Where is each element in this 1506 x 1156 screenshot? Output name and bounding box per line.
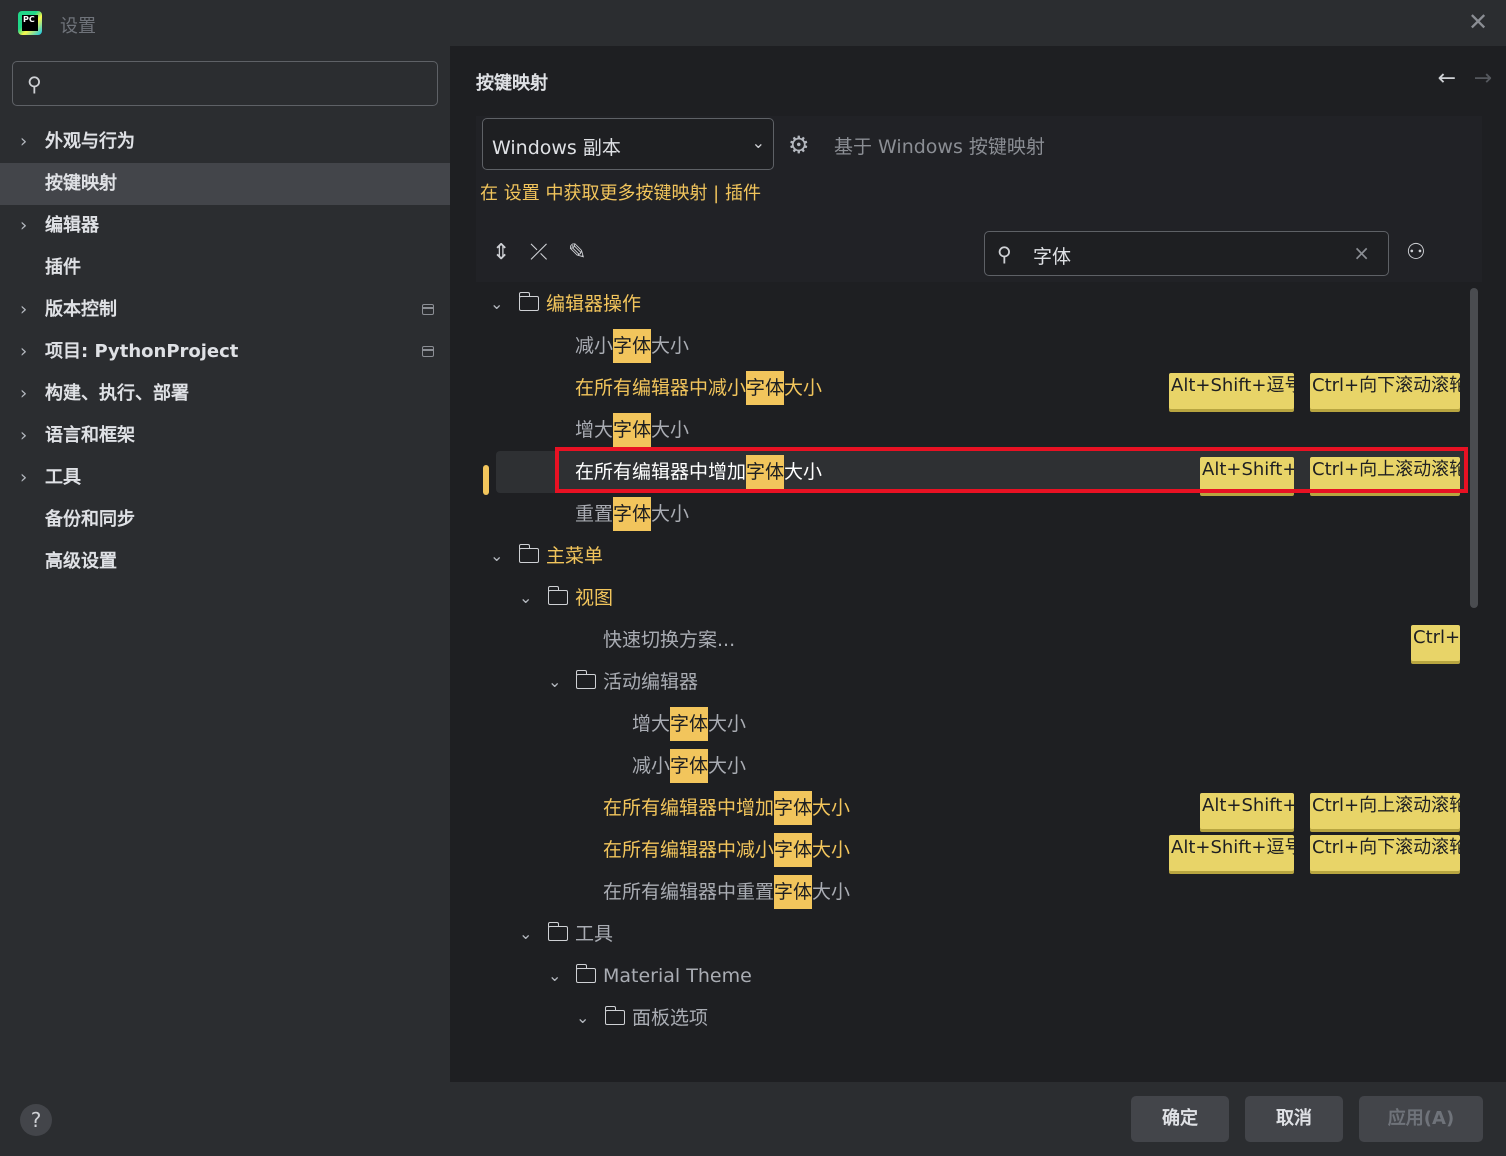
sidebar-item-build[interactable]: › 构建、执行、部署 bbox=[0, 373, 450, 415]
chevron-down-icon: ⌄ bbox=[576, 1008, 590, 1027]
gear-icon[interactable]: ⚙ bbox=[788, 131, 810, 159]
keymap-tree: ⌄ 编辑器操作 减小字体大小 在所有编辑器中减小字体大小 Alt+Shift+逗… bbox=[476, 283, 1482, 1043]
sidebar-item-advanced[interactable]: 高级设置 bbox=[0, 541, 450, 583]
tree-folder[interactable]: ⌄ 主菜单 bbox=[476, 535, 1466, 577]
folder-icon bbox=[518, 544, 539, 563]
collapse-all-icon[interactable]: ⤫ bbox=[530, 240, 548, 265]
tree-action[interactable]: 减小字体大小 bbox=[476, 325, 1466, 367]
search-icon: ⚲ bbox=[27, 72, 42, 96]
tree-folder[interactable]: ⌄ 工具 bbox=[476, 913, 1466, 955]
tree-action[interactable]: 在所有编辑器中增加字体大小 Alt+Shift+. Ctrl+向上滚动滚轮 bbox=[476, 787, 1466, 829]
keymap-panel: 按键映射 ← → Windows 副本 ⌄ ⚙ 基于 Windows 按键映射 … bbox=[450, 46, 1506, 1082]
cancel-button[interactable]: 取消 bbox=[1245, 1096, 1343, 1142]
chevron-right-icon: › bbox=[20, 131, 28, 152]
edit-icon[interactable]: ✎ bbox=[568, 240, 586, 265]
find-by-shortcut-icon[interactable]: ⚇ bbox=[1406, 240, 1426, 265]
chevron-down-icon: ⌄ bbox=[548, 966, 562, 985]
chevron-down-icon: ⌄ bbox=[490, 546, 504, 565]
chevron-right-icon: › bbox=[20, 383, 28, 404]
shortcut-badge: Alt+Shift+. bbox=[1200, 793, 1294, 829]
sidebar-item-vcs[interactable]: › 版本控制 bbox=[0, 289, 450, 331]
pycharm-logo-icon: PC bbox=[18, 11, 42, 35]
settings-sidebar: ⚲ › 外观与行为 按键映射 › 编辑器 插件 › 版本控制 › 项目: PythonP… bbox=[0, 46, 450, 1082]
expand-all-icon[interactable]: ⇕ bbox=[492, 240, 510, 265]
ok-button[interactable]: 确定 bbox=[1131, 1096, 1229, 1142]
folder-icon bbox=[547, 922, 568, 941]
tree-folder[interactable]: ⌄ Material Theme bbox=[476, 955, 1466, 997]
folder-icon bbox=[518, 292, 539, 311]
folder-icon bbox=[604, 1006, 625, 1025]
tree-folder[interactable]: ⌄ 面板选项 bbox=[476, 997, 1466, 1039]
chevron-down-icon: ⌄ bbox=[548, 672, 562, 691]
shortcut-badge: Alt+Shift+逗号 bbox=[1169, 835, 1294, 871]
close-icon[interactable]: ✕ bbox=[1466, 10, 1490, 34]
sidebar-item-appearance[interactable]: › 外观与行为 bbox=[0, 121, 450, 163]
help-icon[interactable]: ? bbox=[20, 1104, 52, 1136]
chevron-down-icon: ⌄ bbox=[490, 294, 504, 313]
project-scope-icon bbox=[422, 346, 434, 357]
tree-action[interactable]: 减小字体大小 bbox=[476, 745, 1466, 787]
chevron-right-icon: › bbox=[20, 425, 28, 446]
sidebar-item-tools[interactable]: › 工具 bbox=[0, 457, 450, 499]
tree-folder[interactable]: ⌄ 编辑器操作 bbox=[476, 283, 1466, 325]
shortcut-badge: Ctrl+` bbox=[1411, 625, 1460, 661]
get-more-keymaps-link[interactable]: 在 设置 中获取更多按键映射 | 插件 bbox=[480, 179, 761, 205]
keymap-select[interactable]: Windows 副本 ⌄ bbox=[482, 118, 774, 170]
shortcut-badge: Ctrl+向上滚动滚轮 bbox=[1310, 793, 1460, 829]
sidebar-item-editor[interactable]: › 编辑器 bbox=[0, 205, 450, 247]
chevron-down-icon: ⌄ bbox=[519, 588, 533, 607]
tree-folder[interactable]: ⌄ 活动编辑器 bbox=[476, 661, 1466, 703]
selection-marker bbox=[483, 465, 489, 495]
shortcut-badge: Ctrl+向下滚动滚轮 bbox=[1310, 373, 1460, 409]
chevron-right-icon: › bbox=[20, 299, 28, 320]
based-on-label: 基于 Windows 按键映射 bbox=[834, 136, 1045, 158]
sidebar-item-keymap[interactable]: 按键映射 bbox=[0, 163, 450, 205]
tree-folder[interactable]: ⌄ 视图 bbox=[476, 577, 1466, 619]
folder-icon bbox=[547, 586, 568, 605]
settings-nav: › 外观与行为 按键映射 › 编辑器 插件 › 版本控制 › 项目: PythonPro… bbox=[0, 121, 450, 583]
forward-arrow-icon[interactable]: → bbox=[1474, 66, 1492, 91]
apply-button[interactable]: 应用(A) bbox=[1359, 1096, 1483, 1142]
tree-action[interactable]: 快速切换方案... Ctrl+` bbox=[476, 619, 1466, 661]
chevron-down-icon: ⌄ bbox=[751, 133, 765, 152]
search-icon: ⚲ bbox=[997, 242, 1012, 266]
page-title: 按键映射 bbox=[476, 73, 548, 94]
tree-action[interactable]: 增大字体大小 bbox=[476, 409, 1466, 451]
sidebar-item-languages[interactable]: › 语言和框架 bbox=[0, 415, 450, 457]
highlight-annotation-box bbox=[555, 447, 1468, 493]
back-arrow-icon[interactable]: ← bbox=[1438, 66, 1456, 91]
keymap-toolbar: ⇕ ⤫ ✎ ⚲ 字体 × ⚇ bbox=[476, 226, 1482, 282]
folder-icon bbox=[575, 670, 596, 689]
chevron-down-icon: ⌄ bbox=[519, 924, 533, 943]
tree-action[interactable]: 在所有编辑器中减小字体大小 Alt+Shift+逗号 Ctrl+向下滚动滚轮 bbox=[476, 829, 1466, 871]
clear-icon[interactable]: × bbox=[1353, 241, 1370, 265]
action-search-input[interactable]: ⚲ 字体 × bbox=[984, 231, 1389, 276]
settings-search-input[interactable]: ⚲ bbox=[12, 61, 438, 106]
folder-icon bbox=[575, 964, 596, 983]
tree-scrollbar[interactable] bbox=[1470, 288, 1478, 608]
window-title: 设置 bbox=[60, 16, 96, 37]
tree-action[interactable]: 增大字体大小 bbox=[476, 703, 1466, 745]
sidebar-item-backup[interactable]: 备份和同步 bbox=[0, 499, 450, 541]
tree-action[interactable]: 在所有编辑器中减小字体大小 Alt+Shift+逗号 Ctrl+向下滚动滚轮 bbox=[476, 367, 1466, 409]
sidebar-item-plugins[interactable]: 插件 bbox=[0, 247, 450, 289]
shortcut-badge: Ctrl+向下滚动滚轮 bbox=[1310, 835, 1460, 871]
chevron-right-icon: › bbox=[20, 467, 28, 488]
tree-action[interactable]: 重置字体大小 bbox=[476, 493, 1466, 535]
project-scope-icon bbox=[422, 304, 434, 315]
dialog-footer: ? 确定 取消 应用(A) bbox=[0, 1082, 1506, 1156]
tree-action[interactable]: 在所有编辑器中重置字体大小 bbox=[476, 871, 1466, 913]
chevron-right-icon: › bbox=[20, 215, 28, 236]
chevron-right-icon: › bbox=[20, 341, 28, 362]
title-bar: PC 设置 ✕ bbox=[0, 0, 1506, 46]
shortcut-badge: Alt+Shift+逗号 bbox=[1169, 373, 1294, 409]
sidebar-item-project[interactable]: › 项目: PythonProject bbox=[0, 331, 450, 373]
